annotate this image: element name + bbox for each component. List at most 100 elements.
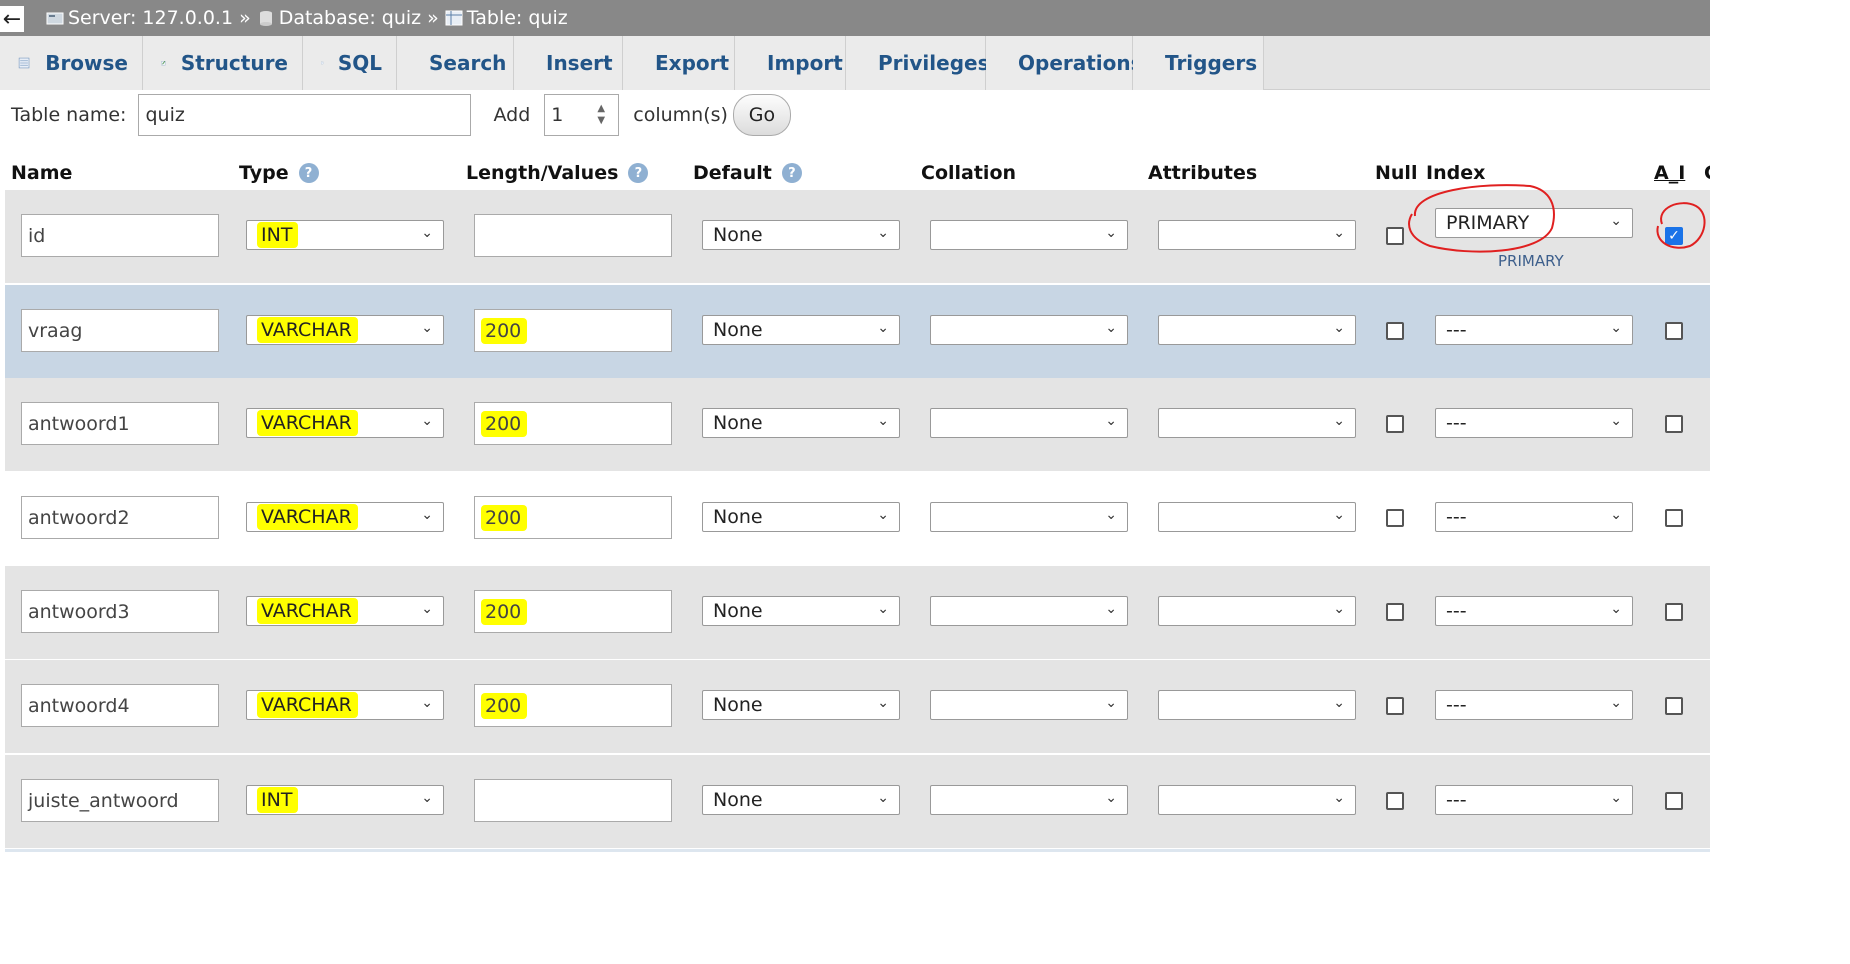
collation-select[interactable]: ⌄ <box>930 315 1128 345</box>
tab-import-label: Import <box>767 51 843 75</box>
chevron-down-icon: ⌄ <box>421 601 433 617</box>
auto-increment-checkbox[interactable] <box>1665 697 1683 715</box>
null-checkbox[interactable] <box>1386 697 1404 715</box>
length-input[interactable] <box>474 214 672 257</box>
attributes-select[interactable]: ⌄ <box>1158 408 1356 438</box>
auto-increment-checkbox[interactable] <box>1665 509 1683 527</box>
help-icon[interactable]: ? <box>298 163 319 183</box>
null-checkbox[interactable] <box>1386 792 1404 810</box>
index-select[interactable]: --- ⌄ <box>1435 785 1633 815</box>
tab-bar: Browse Structure SQL Search Insert Expor… <box>0 36 1710 90</box>
help-icon[interactable]: ? <box>628 163 649 183</box>
column-name-input[interactable]: antwoord3 <box>21 590 219 633</box>
type-select[interactable]: VARCHAR ⌄ <box>246 502 444 532</box>
type-select[interactable]: INT ⌄ <box>246 785 444 815</box>
type-select[interactable]: INT ⌄ <box>246 220 444 250</box>
column-name-input[interactable]: antwoord1 <box>21 402 219 445</box>
chevron-down-icon: ⌄ <box>1333 695 1345 711</box>
column-name-input[interactable]: id <box>21 214 219 257</box>
column-name-input[interactable]: antwoord4 <box>21 684 219 727</box>
null-checkbox[interactable] <box>1386 603 1404 621</box>
type-select[interactable]: VARCHAR ⌄ <box>246 596 444 626</box>
attributes-select[interactable]: ⌄ <box>1158 596 1356 626</box>
back-arrow-icon[interactable]: ← <box>0 6 24 32</box>
tab-sql[interactable]: SQL <box>303 36 397 90</box>
index-value: --- <box>1446 412 1467 434</box>
type-select[interactable]: VARCHAR ⌄ <box>246 315 444 345</box>
table-name-input[interactable]: quiz <box>138 94 472 136</box>
column-name-input[interactable]: vraag <box>21 309 219 352</box>
tab-structure-label: Structure <box>180 51 288 75</box>
go-button[interactable]: Go <box>732 94 791 136</box>
table-row: antwoord1 VARCHAR ⌄ 200 None ⌄ ⌄ ⌄ --- ⌄ <box>5 378 1710 471</box>
length-input[interactable]: 200 <box>474 684 672 727</box>
type-select[interactable]: VARCHAR ⌄ <box>246 408 444 438</box>
add-columns-stepper[interactable]: 1 ▲ ▼ <box>544 94 620 136</box>
collation-select[interactable]: ⌄ <box>930 220 1128 250</box>
chevron-down-icon: ⌄ <box>421 413 433 429</box>
attributes-select[interactable]: ⌄ <box>1158 315 1356 345</box>
index-select[interactable]: --- ⌄ <box>1435 315 1633 345</box>
length-value: 200 <box>481 504 528 531</box>
collation-select[interactable]: ⌄ <box>930 408 1128 438</box>
tab-triggers[interactable]: Triggers <box>1133 36 1264 90</box>
tab-export[interactable]: Export <box>623 36 735 90</box>
breadcrumb-table[interactable]: Table: quiz <box>445 7 568 29</box>
column-name-input[interactable]: antwoord2 <box>21 496 219 539</box>
default-select[interactable]: None ⌄ <box>702 785 900 815</box>
auto-increment-checkbox[interactable] <box>1665 792 1683 810</box>
index-select[interactable]: --- ⌄ <box>1435 690 1633 720</box>
annotation-circle-index <box>1408 184 1555 253</box>
tab-import[interactable]: Import <box>735 36 846 90</box>
length-input[interactable]: 200 <box>474 590 672 633</box>
tab-structure[interactable]: Structure <box>143 36 303 90</box>
header-name-label: Name <box>11 162 73 184</box>
length-input[interactable]: 200 <box>474 402 672 445</box>
collation-select[interactable]: ⌄ <box>930 785 1128 815</box>
null-checkbox[interactable] <box>1386 415 1404 433</box>
attributes-select[interactable]: ⌄ <box>1158 502 1356 532</box>
null-checkbox[interactable] <box>1386 322 1404 340</box>
collation-select[interactable]: ⌄ <box>930 502 1128 532</box>
null-checkbox[interactable] <box>1386 509 1404 527</box>
default-select[interactable]: None ⌄ <box>702 220 900 250</box>
length-input[interactable] <box>474 779 672 822</box>
attributes-select[interactable]: ⌄ <box>1158 220 1356 250</box>
auto-increment-checkbox[interactable] <box>1665 415 1683 433</box>
tab-browse[interactable]: Browse <box>0 36 143 90</box>
header-attributes: Attributes <box>1148 162 1257 184</box>
index-select[interactable]: --- ⌄ <box>1435 502 1633 532</box>
chevron-down-icon: ⌄ <box>1610 790 1622 806</box>
index-select[interactable]: --- ⌄ <box>1435 408 1633 438</box>
tab-operations[interactable]: Operations <box>986 36 1143 90</box>
default-select[interactable]: None ⌄ <box>702 315 900 345</box>
index-select[interactable]: --- ⌄ <box>1435 596 1633 626</box>
column-name-input[interactable]: juiste_antwoord <box>21 779 219 822</box>
length-input[interactable]: 200 <box>474 309 672 352</box>
tab-privileges[interactable]: Privileges <box>846 36 989 90</box>
type-select[interactable]: VARCHAR ⌄ <box>246 690 444 720</box>
length-value: 200 <box>481 692 528 719</box>
tab-insert[interactable]: Insert <box>514 36 623 90</box>
tab-search[interactable]: Search <box>397 36 514 90</box>
stepper-arrows-icon[interactable]: ▲ ▼ <box>588 100 614 130</box>
type-value: INT <box>257 222 299 248</box>
type-value: VARCHAR <box>257 317 358 343</box>
chevron-down-icon: ⌄ <box>1105 790 1117 806</box>
help-icon[interactable]: ? <box>781 163 802 183</box>
auto-increment-checkbox[interactable] <box>1665 603 1683 621</box>
breadcrumb-server[interactable]: Server: 127.0.0.1 <box>46 7 233 29</box>
breadcrumb-database[interactable]: Database: quiz <box>257 7 421 29</box>
attributes-select[interactable]: ⌄ <box>1158 690 1356 720</box>
length-value: 200 <box>481 317 528 344</box>
collation-select[interactable]: ⌄ <box>930 690 1128 720</box>
default-select[interactable]: None ⌄ <box>702 502 900 532</box>
auto-increment-checkbox[interactable] <box>1665 322 1683 340</box>
attributes-select[interactable]: ⌄ <box>1158 785 1356 815</box>
default-select[interactable]: None ⌄ <box>702 690 900 720</box>
default-select[interactable]: None ⌄ <box>702 596 900 626</box>
length-input[interactable]: 200 <box>474 496 672 539</box>
default-select[interactable]: None ⌄ <box>702 408 900 438</box>
header-default-label: Default <box>693 162 772 184</box>
collation-select[interactable]: ⌄ <box>930 596 1128 626</box>
